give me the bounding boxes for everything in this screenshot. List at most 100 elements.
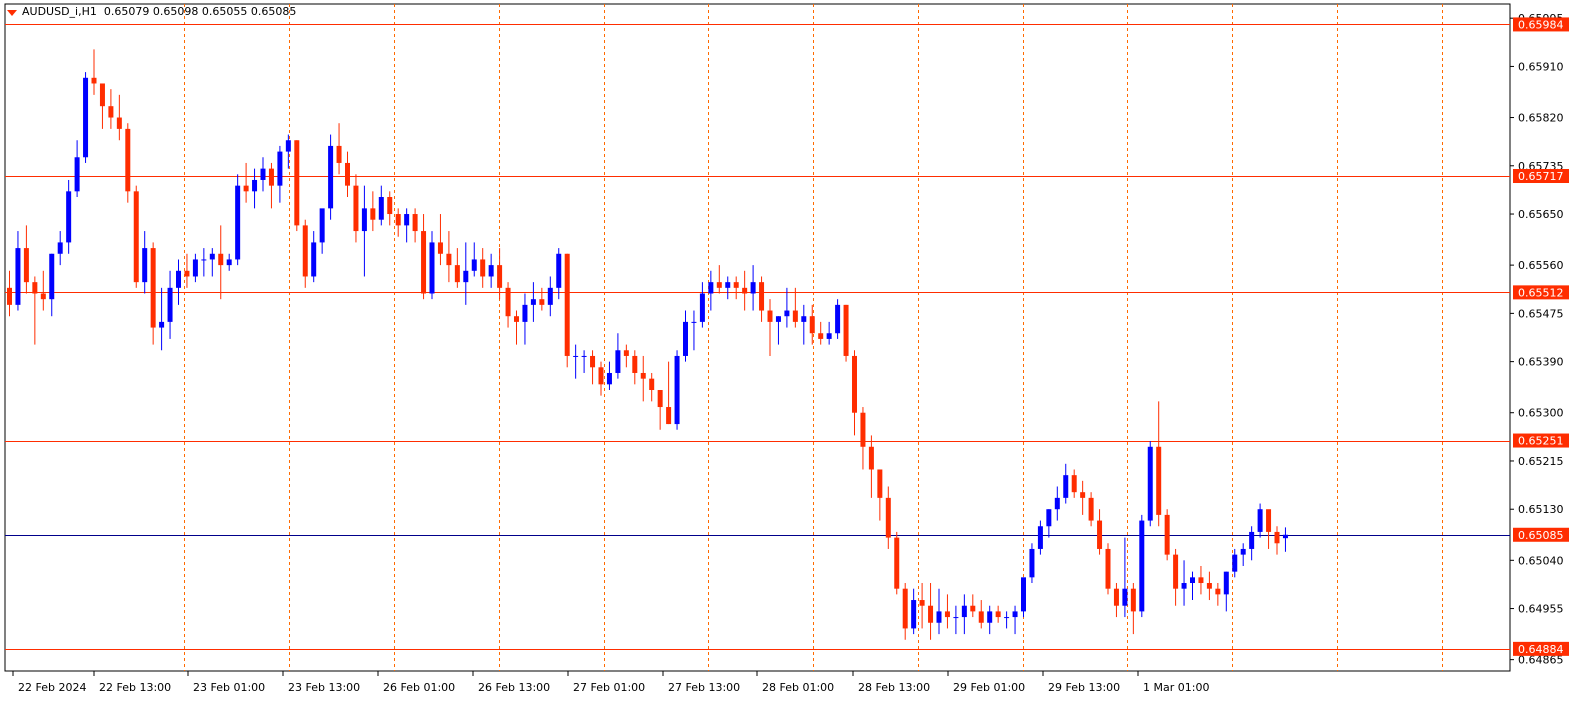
candle xyxy=(1147,441,1153,527)
candle-body xyxy=(657,390,663,408)
candle-body xyxy=(302,225,308,277)
candle xyxy=(581,350,587,373)
candle xyxy=(818,321,824,345)
candle xyxy=(192,253,198,283)
y-tick-label: 0.65130 xyxy=(1518,503,1564,516)
candle xyxy=(23,225,29,294)
price-axis[interactable]: 0.659950.659100.658200.657350.656500.655… xyxy=(1510,12,1569,667)
candle xyxy=(226,253,232,271)
candle-body xyxy=(142,248,148,283)
candle xyxy=(150,242,156,345)
candle-body xyxy=(1181,583,1187,589)
candle xyxy=(1046,509,1052,538)
candle xyxy=(1063,463,1069,504)
candle-body xyxy=(852,355,857,413)
candle-body xyxy=(159,321,165,328)
candle-body xyxy=(615,350,621,373)
candle xyxy=(243,162,249,203)
x-tick-label: 28 Feb 01:00 xyxy=(762,681,834,694)
candle-body xyxy=(1063,475,1069,498)
candle xyxy=(1164,509,1170,561)
candle-body xyxy=(83,77,89,158)
chart-area[interactable]: 0.659950.659100.658200.657350.656500.655… xyxy=(0,0,1586,708)
candle xyxy=(370,191,376,232)
collapse-arrow-icon[interactable] xyxy=(7,10,17,16)
y-tick-label: 0.65820 xyxy=(1518,112,1564,125)
candle-body xyxy=(539,299,545,305)
candle xyxy=(83,72,89,163)
current-price-label: 0.65085 xyxy=(1518,529,1564,542)
candle-body xyxy=(581,355,587,357)
candle-body xyxy=(978,611,984,623)
candle-body xyxy=(1046,509,1052,527)
candle xyxy=(775,316,781,345)
candle xyxy=(1206,571,1212,601)
candle-body xyxy=(1274,531,1280,544)
candle xyxy=(902,583,908,640)
candle-body xyxy=(235,185,241,260)
candle-body xyxy=(285,140,291,152)
candlestick-chart[interactable]: 0.659950.659100.658200.657350.656500.655… xyxy=(0,0,1586,708)
candle-body xyxy=(843,304,849,356)
candle-body xyxy=(522,304,528,322)
candle-body xyxy=(74,157,80,192)
candle-body xyxy=(598,367,604,385)
candle-body xyxy=(437,242,443,254)
candle xyxy=(345,151,350,198)
time-axis[interactable]: 22 Feb 2024 22 Feb 13:00 23 Feb 01:00 23 Fe… xyxy=(12,671,1209,694)
candle xyxy=(615,333,621,379)
candle xyxy=(260,157,266,192)
candle-body xyxy=(345,162,350,186)
candle xyxy=(640,355,646,402)
candle-body xyxy=(176,270,181,288)
y-tick-label: 0.65560 xyxy=(1518,259,1564,272)
candle xyxy=(429,231,435,300)
candle xyxy=(201,248,207,277)
candle-body xyxy=(395,214,401,226)
candle xyxy=(767,299,773,356)
candle xyxy=(1105,543,1111,595)
candle-body xyxy=(1029,548,1035,578)
candle xyxy=(437,214,443,266)
candle-body xyxy=(885,497,891,538)
candle-body xyxy=(412,214,418,232)
candle-body xyxy=(826,333,832,339)
candle-body xyxy=(716,282,722,288)
candle xyxy=(530,282,536,322)
candle-body xyxy=(243,185,249,192)
candle xyxy=(116,94,122,141)
candle-body xyxy=(361,208,367,232)
candle-body xyxy=(953,617,959,619)
candle-body xyxy=(649,378,655,391)
candle xyxy=(142,231,148,294)
candle xyxy=(1190,571,1195,601)
candle xyxy=(184,253,190,288)
level-price-label: 0.65717 xyxy=(1518,170,1564,183)
candle-body xyxy=(353,185,359,232)
candle xyxy=(1021,577,1026,618)
candle-body xyxy=(911,600,917,629)
period-separators xyxy=(184,4,1443,671)
candle xyxy=(328,134,334,220)
candle xyxy=(91,49,97,95)
candle xyxy=(1139,514,1145,618)
candle-body xyxy=(936,611,942,623)
candle-body xyxy=(218,253,224,266)
candle-body xyxy=(294,140,300,226)
candle xyxy=(1215,583,1221,606)
candle-body xyxy=(7,287,12,305)
candle xyxy=(953,605,959,635)
candle-body xyxy=(995,611,1001,618)
candle xyxy=(699,282,705,328)
candle xyxy=(302,219,308,288)
candle xyxy=(32,276,38,345)
candle-body xyxy=(556,253,562,288)
candle xyxy=(649,372,655,402)
candle xyxy=(1088,492,1094,527)
candle xyxy=(623,344,629,368)
candle-body xyxy=(733,282,739,288)
candle-body xyxy=(809,316,815,334)
candle xyxy=(936,588,942,635)
candle-body xyxy=(1215,588,1221,595)
candle-body xyxy=(792,310,798,322)
